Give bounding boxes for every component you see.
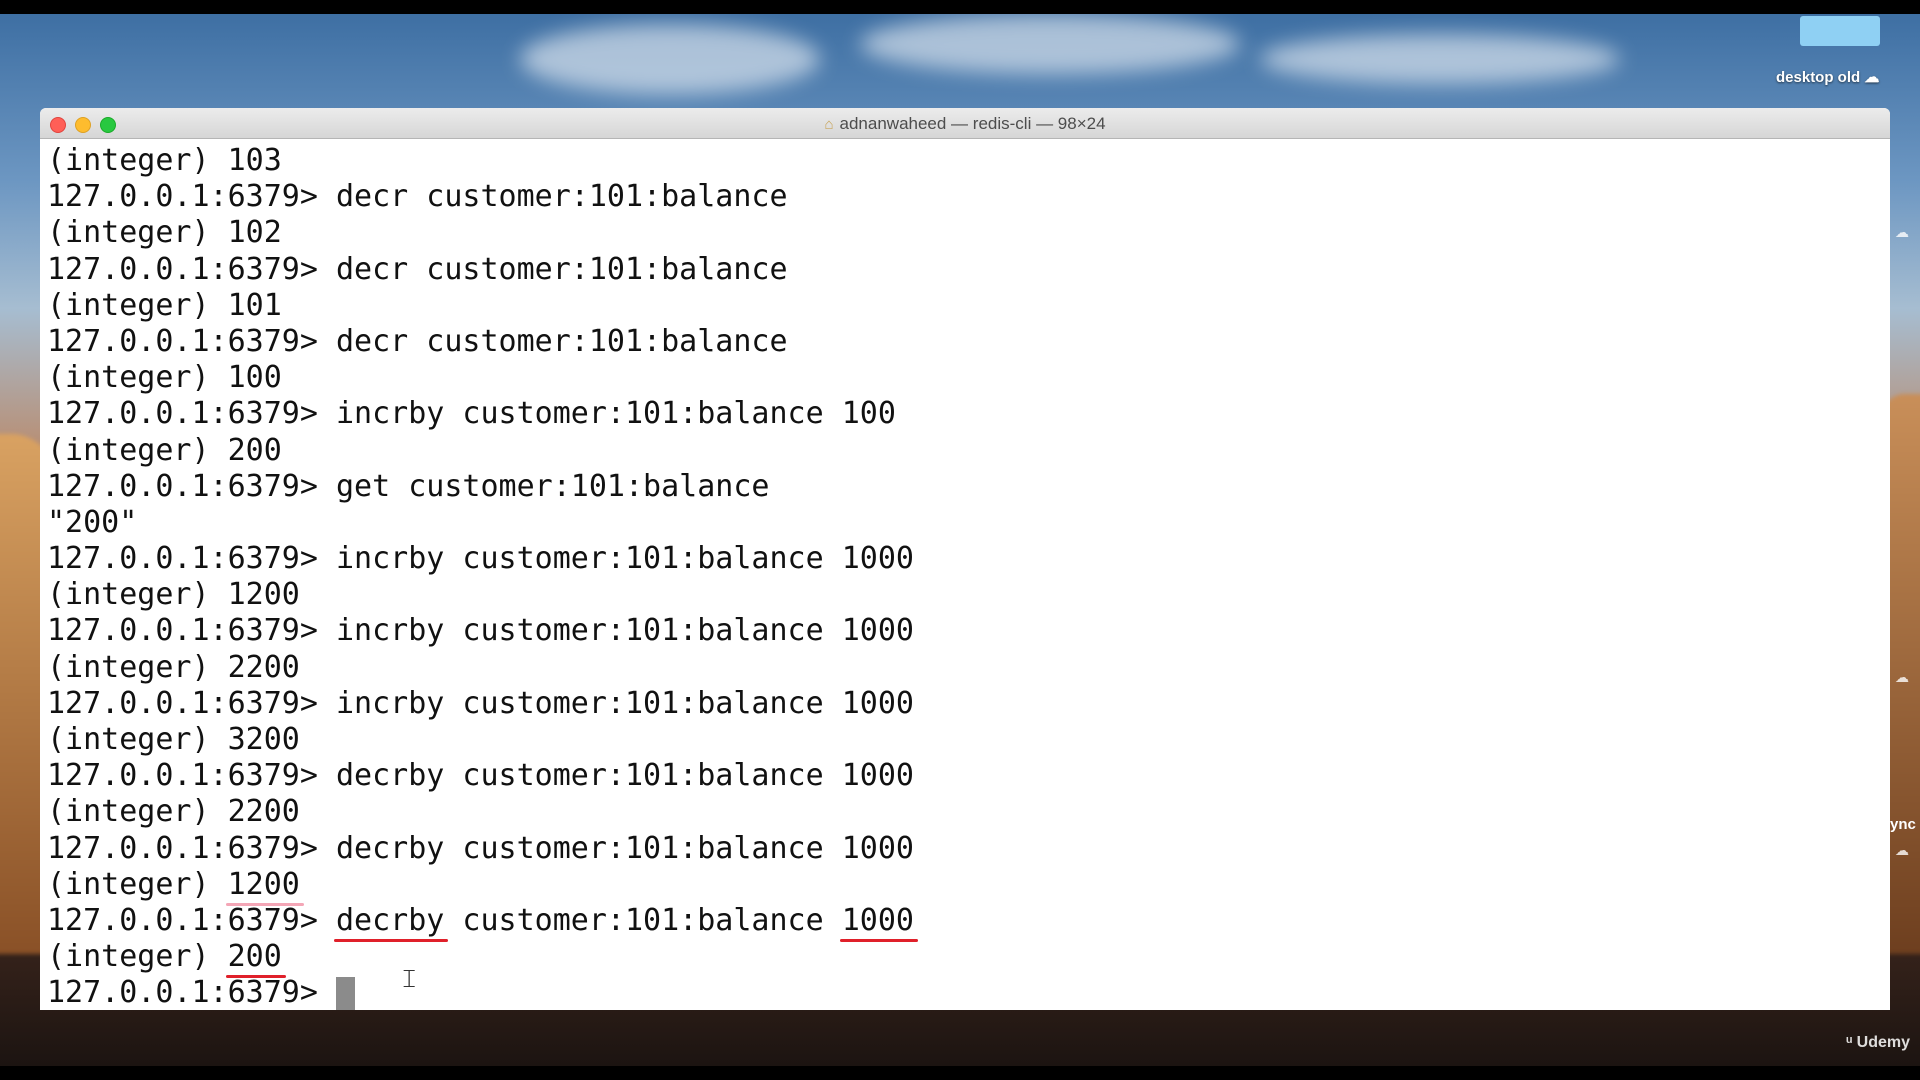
cloud-icon: ☁ xyxy=(1864,69,1880,86)
terminal-line: 127.0.0.1:6379> decr customer:101:balanc… xyxy=(47,323,788,359)
terminal-output[interactable]: (integer) 103 127.0.0.1:6379> decr custo… xyxy=(40,139,1890,1010)
command-key: customer:101:balance xyxy=(444,902,842,938)
cloud-icon: ☁ xyxy=(1895,224,1909,240)
terminal-line: (integer) 1200 xyxy=(47,577,300,613)
terminal-line: (integer) 100 xyxy=(47,360,282,396)
terminal-line: (integer) 101 xyxy=(47,287,282,323)
result-prefix: (integer) xyxy=(47,866,228,902)
window-title: ⌂ adnanwaheed — redis-cli — 98×24 xyxy=(824,114,1106,133)
terminal-line: (integer) 1200 xyxy=(47,866,1890,907)
cloud-icon: ☁ xyxy=(1895,669,1909,685)
ibeam-cursor-icon: 𝙸 xyxy=(400,963,419,993)
terminal-line: 127.0.0.1:6379> incrby customer:101:bala… xyxy=(47,541,914,577)
command-prompt: 127.0.0.1:6379> xyxy=(47,975,318,1010)
terminal-window[interactable]: ⌂ adnanwaheed — redis-cli — 98×24 (intege… xyxy=(40,108,1890,1010)
highlighted-result-200: 200 xyxy=(225,939,287,979)
result-prefix: (integer) xyxy=(47,939,228,975)
current-prompt-line[interactable]: 127.0.0.1:6379> xyxy=(47,975,1890,1010)
terminal-line: 127.0.0.1:6379> incrby customer:101:bala… xyxy=(47,396,896,432)
udemy-logo-icon: ᵘ xyxy=(1846,1034,1853,1051)
terminal-line: (integer) 2200 xyxy=(47,649,300,685)
terminal-line: (integer) 200 xyxy=(47,432,282,468)
terminal-line: (integer) 200 xyxy=(47,939,1890,979)
highlighted-amount-1000: 1000 xyxy=(839,902,919,943)
terminal-line: 127.0.0.1:6379> decrby customer:101:bala… xyxy=(47,830,914,866)
highlighted-command-decrby: decrby xyxy=(333,902,449,943)
terminal-line: (integer) 103 xyxy=(47,143,282,178)
terminal-line: 127.0.0.1:6379> decr customer:101:balanc… xyxy=(47,179,788,215)
udemy-watermark: ᵘ Udemy xyxy=(1846,1034,1910,1051)
cloud-shape xyxy=(860,14,1240,74)
home-icon: ⌂ xyxy=(824,116,834,133)
command-prompt: 127.0.0.1:6379> xyxy=(47,902,336,938)
terminal-line: 127.0.0.1:6379> incrby customer:101:bala… xyxy=(47,613,914,649)
terminal-line: 127.0.0.1:6379> decrby customer:101:bala… xyxy=(47,902,1890,943)
top-right-widget[interactable] xyxy=(1800,16,1880,46)
terminal-line: (integer) 102 xyxy=(47,215,282,251)
terminal-line: (integer) 2200 xyxy=(47,794,300,830)
terminal-line: "200" xyxy=(47,504,138,540)
cloud-shape xyxy=(520,24,820,94)
desktop-item-label[interactable]: ync xyxy=(1890,816,1916,833)
text-cursor xyxy=(336,976,355,1010)
terminal-line: 127.0.0.1:6379> get customer:101:balance xyxy=(47,468,770,504)
terminal-line: (integer) 3200 xyxy=(47,722,300,757)
terminal-line: 127.0.0.1:6379> decr customer:101:balanc… xyxy=(47,251,788,287)
window-titlebar[interactable]: ⌂ adnanwaheed — redis-cli — 98×24 xyxy=(40,108,1890,139)
cloud-shape xyxy=(1260,34,1620,84)
terminal-line: 127.0.0.1:6379> incrby customer:101:bala… xyxy=(47,685,914,721)
terminal-line: 127.0.0.1:6379> decrby customer:101:bala… xyxy=(47,758,914,794)
desktop-folder-label[interactable]: desktop old ☁ xyxy=(1776,68,1879,86)
highlighted-result-1200: 1200 xyxy=(225,866,305,907)
cloud-icon: ☁ xyxy=(1895,842,1909,858)
